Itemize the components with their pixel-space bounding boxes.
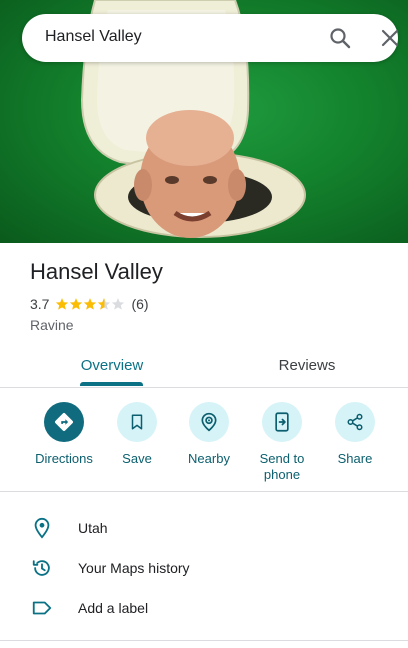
rating-value: 3.7 <box>30 296 50 312</box>
directions-button-circle <box>44 402 84 442</box>
send-to-phone-label: Send to phone <box>259 451 305 482</box>
star-icon <box>70 298 83 310</box>
star-empty-icon <box>112 298 125 310</box>
search-input[interactable]: Hansel Valley <box>45 28 142 46</box>
share-button-circle <box>335 402 375 442</box>
divider <box>0 640 408 641</box>
send-to-phone-button-circle <box>262 402 302 442</box>
share-label: Share <box>337 451 373 466</box>
nearby-icon <box>201 412 217 432</box>
star-icon <box>56 298 69 310</box>
tab-bar: Overview Reviews <box>0 343 408 388</box>
review-count[interactable]: (6) <box>131 296 148 312</box>
add-label-row[interactable]: Add a label <box>0 588 408 628</box>
place-title: Hansel Valley <box>30 259 163 284</box>
active-tab-indicator <box>80 382 143 386</box>
send-to-phone-button[interactable]: Send to phone <box>243 402 321 483</box>
tab-reviews[interactable]: Reviews <box>255 343 359 387</box>
tab-overview[interactable]: Overview <box>60 343 164 387</box>
location-pin-icon <box>34 517 50 539</box>
star-half-icon <box>98 298 111 310</box>
maps-history-text: Your Maps history <box>78 560 190 576</box>
bookmark-icon <box>131 414 143 430</box>
address-text: Utah <box>78 520 108 536</box>
nearby-button-circle <box>189 402 229 442</box>
save-label: Save <box>122 451 152 466</box>
label-icon <box>32 601 52 615</box>
directions-icon <box>55 413 73 431</box>
add-label-text: Add a label <box>78 600 149 616</box>
star-icon <box>84 298 97 310</box>
history-icon <box>32 560 50 576</box>
save-button-circle <box>117 402 157 442</box>
rating-row[interactable]: 3.7 (6) <box>30 295 149 313</box>
save-button[interactable]: Save <box>98 402 176 467</box>
share-icon <box>347 413 363 431</box>
address-row[interactable]: Utah <box>0 508 408 548</box>
close-icon[interactable] <box>380 28 400 48</box>
search-icon[interactable] <box>328 26 352 50</box>
search-bar[interactable]: Hansel Valley <box>22 14 400 62</box>
nearby-label: Nearby <box>188 451 230 466</box>
place-category[interactable]: Ravine <box>30 317 74 333</box>
maps-history-row[interactable]: Your Maps history <box>0 548 408 588</box>
star-rating <box>55 297 125 311</box>
share-button[interactable]: Share <box>316 402 394 467</box>
directions-label: Directions <box>35 451 93 466</box>
directions-button[interactable]: Directions <box>25 402 103 467</box>
nearby-button[interactable]: Nearby <box>170 402 248 467</box>
divider <box>0 491 408 492</box>
send-to-phone-icon <box>275 412 289 432</box>
